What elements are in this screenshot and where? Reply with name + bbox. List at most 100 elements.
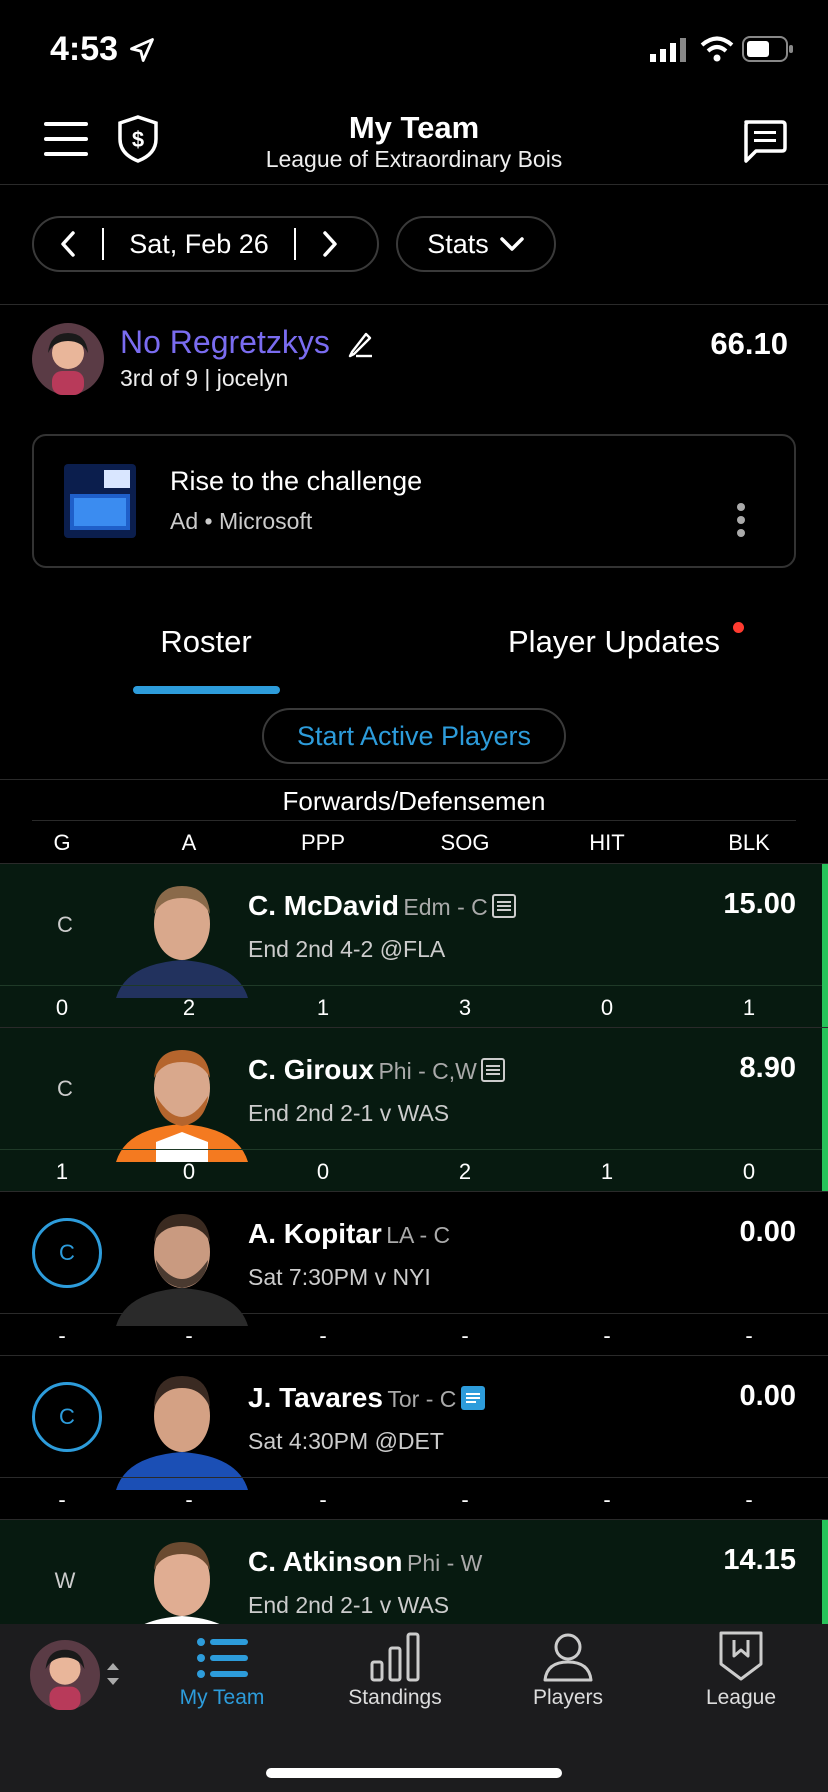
status-bar: 4:53 — [0, 0, 828, 100]
player-team: Phi - W — [406, 1550, 483, 1576]
chevron-left-icon[interactable] — [58, 230, 78, 258]
news-icon[interactable] — [492, 894, 517, 918]
stat-ppp: 1 — [316, 995, 330, 1020]
location-arrow-icon — [130, 38, 154, 62]
col-ppp: PPP — [300, 830, 346, 855]
player-team: Tor - C — [387, 1386, 457, 1412]
divider — [32, 820, 796, 821]
player-team: Edm - C — [403, 894, 488, 920]
stat-blk: 0 — [742, 1159, 756, 1184]
team-switcher-avatar[interactable] — [30, 1640, 100, 1710]
stat-hit: - — [603, 1487, 611, 1512]
player-position: W — [54, 1568, 76, 1593]
switch-team-icon[interactable] — [104, 1660, 122, 1688]
news-icon[interactable] — [481, 1058, 506, 1082]
wifi-icon — [700, 36, 734, 62]
more-options-icon[interactable] — [736, 502, 746, 538]
stats-dropdown[interactable]: Stats — [396, 216, 556, 272]
stat-sog: - — [461, 1323, 469, 1348]
page-title: My Team — [348, 110, 480, 145]
player-name[interactable]: C. Atkinson — [248, 1546, 403, 1577]
stat-hit: - — [603, 1323, 611, 1348]
player-points: 0.00 — [739, 1380, 796, 1412]
player-position: C — [57, 912, 73, 937]
tab-player-updates[interactable]: Player Updates — [508, 624, 720, 660]
stat-a: 2 — [182, 995, 196, 1020]
player-name[interactable]: A. Kopitar — [248, 1218, 382, 1249]
column-headers: G A PPP SOG HIT BLK — [0, 830, 828, 860]
player-row[interactable]: C C. McDavid Edm - C End 2nd 4-2 @FLA 15… — [0, 864, 828, 1027]
player-row[interactable]: W C. Atkinson Phi - W End 2nd 2-1 v WAS … — [0, 1520, 828, 1624]
stat-g: 1 — [55, 1159, 69, 1184]
divider — [0, 1149, 822, 1150]
player-name[interactable]: C. Giroux — [248, 1054, 374, 1085]
player-position: C — [57, 1076, 73, 1101]
date-selector: Sat, Feb 26 — [32, 216, 379, 272]
stat-sog: 3 — [458, 995, 472, 1020]
stat-hit: 0 — [600, 995, 614, 1020]
team-name[interactable]: No Regretzkys — [120, 324, 330, 361]
divider — [0, 779, 828, 780]
my-team-icon[interactable] — [196, 1636, 248, 1680]
stat-ppp: 0 — [316, 1159, 330, 1184]
stat-g: - — [58, 1323, 66, 1348]
col-blk: BLK — [728, 830, 770, 855]
player-name[interactable]: J. Tavares — [248, 1382, 383, 1413]
league-icon[interactable] — [718, 1630, 764, 1682]
chevron-down-icon — [500, 237, 524, 251]
stat-g: 0 — [55, 995, 69, 1020]
notification-dot — [733, 622, 744, 633]
stat-blk: - — [745, 1323, 753, 1348]
ad-banner[interactable]: Rise to the challenge Ad • Microsoft — [32, 434, 796, 568]
player-row[interactable]: C J. Tavares Tor - C Sat 4:30PM @DET 0.0… — [0, 1356, 828, 1519]
stat-a: - — [185, 1323, 193, 1348]
bottom-nav: My Team Standings Players League — [0, 1624, 828, 1792]
player-game: Sat 7:30PM v NYI — [248, 1264, 431, 1290]
stat-ppp: - — [319, 1323, 327, 1348]
home-indicator — [266, 1768, 562, 1778]
nav-my-team-label[interactable]: My Team — [152, 1686, 292, 1710]
chevron-right-icon[interactable] — [320, 230, 340, 258]
player-points: 14.15 — [723, 1544, 796, 1576]
start-active-players-button[interactable]: Start Active Players — [262, 708, 566, 764]
player-name[interactable]: C. McDavid — [248, 890, 399, 921]
team-avatar[interactable] — [32, 323, 104, 395]
player-points: 8.90 — [739, 1052, 796, 1084]
status-time: 4:53 — [50, 30, 119, 68]
news-new-icon[interactable] — [460, 1386, 485, 1410]
stat-a: - — [185, 1487, 193, 1512]
start-player-button[interactable]: C — [32, 1382, 102, 1452]
tab-roster[interactable]: Roster — [132, 624, 280, 660]
players-icon[interactable] — [542, 1632, 594, 1682]
player-row[interactable]: C A. Kopitar LA - C Sat 7:30PM v NYI 0.0… — [0, 1192, 828, 1355]
divider — [0, 304, 828, 305]
player-row[interactable]: C C. Giroux Phi - C,W End 2nd 2-1 v WAS … — [0, 1028, 828, 1191]
team-score: 66.10 — [710, 326, 788, 361]
col-sog: SOG — [440, 830, 490, 855]
divider — [0, 1313, 828, 1314]
date-label[interactable]: Sat, Feb 26 — [104, 229, 294, 260]
team-rank: 3rd of 9 | jocelyn — [120, 365, 289, 391]
active-indicator — [822, 1028, 828, 1191]
divider — [0, 985, 822, 986]
player-headshot — [116, 1214, 248, 1326]
stat-ppp: - — [319, 1487, 327, 1512]
player-points: 0.00 — [739, 1216, 796, 1248]
stat-a: 0 — [182, 1159, 196, 1184]
col-g: G — [53, 830, 71, 855]
player-headshot — [116, 886, 248, 998]
ad-source: Ad • Microsoft — [170, 508, 313, 534]
stat-sog: 2 — [458, 1159, 472, 1184]
standings-icon[interactable] — [370, 1632, 420, 1682]
col-a: A — [181, 830, 197, 855]
player-team: Phi - C,W — [378, 1058, 477, 1084]
start-player-button[interactable]: C — [32, 1218, 102, 1288]
edit-icon[interactable] — [346, 330, 374, 358]
chat-icon[interactable] — [740, 118, 788, 164]
battery-icon — [742, 36, 793, 62]
section-title: Forwards/Defensemen — [282, 786, 546, 816]
nav-league-label[interactable]: League — [671, 1686, 811, 1710]
nav-players-label[interactable]: Players — [498, 1686, 638, 1710]
nav-standings-label[interactable]: Standings — [325, 1686, 465, 1710]
divider — [0, 1477, 828, 1478]
